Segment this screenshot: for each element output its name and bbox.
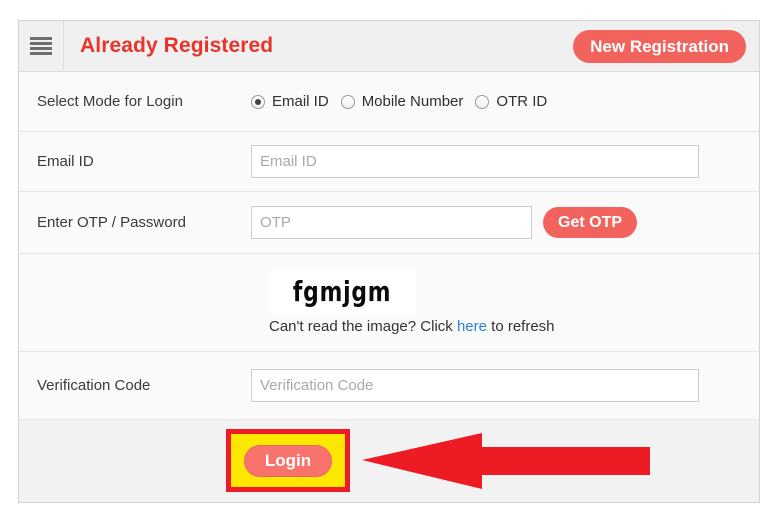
- radio-label-otr-id: OTR ID: [496, 93, 548, 110]
- menu-toggle-button[interactable]: [19, 21, 64, 71]
- captcha-text: fgmjgm: [293, 274, 392, 308]
- verification-code-input[interactable]: [251, 369, 699, 402]
- captcha-image: fgmjgm: [269, 270, 416, 313]
- captcha-hint-suffix: to refresh: [487, 317, 555, 335]
- otp-input[interactable]: [251, 206, 532, 239]
- login-mode-radio-group: Email ID Mobile Number OTR ID: [251, 93, 759, 110]
- card-footer: Login: [19, 420, 759, 502]
- get-otp-button[interactable]: Get OTP: [543, 207, 638, 238]
- login-button[interactable]: Login: [243, 444, 333, 477]
- new-registration-button[interactable]: New Registration: [573, 30, 746, 63]
- radio-option-email-id[interactable]: Email ID: [251, 93, 329, 110]
- verification-code-row: Verification Code: [19, 352, 759, 420]
- radio-dot-icon: [251, 94, 265, 109]
- captcha-row: fgmjgm Can't read the image? Click here …: [19, 254, 759, 352]
- captcha-refresh-hint: Can't read the image? Click here to refr…: [269, 318, 555, 335]
- otp-password-row: Enter OTP / Password Get OTP: [19, 192, 759, 254]
- annotation-arrow-icon: [362, 433, 650, 489]
- radio-dot-icon: [340, 94, 355, 109]
- verification-code-label: Verification Code: [37, 377, 151, 394]
- page-title: Already Registered: [80, 34, 274, 57]
- select-mode-row: Select Mode for Login Email ID Mobile Nu…: [19, 72, 759, 132]
- login-highlight-box: Login: [226, 429, 350, 492]
- radio-label-mobile-number: Mobile Number: [361, 93, 464, 110]
- radio-label-email-id: Email ID: [272, 93, 329, 110]
- radio-option-otr-id[interactable]: OTR ID: [475, 93, 547, 110]
- login-card: Already Registered New Registration Sele…: [18, 20, 760, 503]
- email-id-input[interactable]: [251, 145, 699, 178]
- otp-password-label: Enter OTP / Password: [37, 214, 186, 231]
- email-id-label: Email ID: [37, 153, 94, 170]
- select-mode-label: Select Mode for Login: [37, 93, 183, 110]
- radio-option-mobile-number[interactable]: Mobile Number: [340, 93, 464, 110]
- email-id-row: Email ID: [19, 132, 759, 192]
- radio-dot-icon: [475, 94, 490, 109]
- card-header: Already Registered New Registration: [19, 21, 759, 72]
- captcha-hint-prefix: Can't read the image? Click: [269, 317, 457, 335]
- hamburger-icon: [30, 37, 52, 55]
- captcha-refresh-link[interactable]: here: [457, 318, 487, 335]
